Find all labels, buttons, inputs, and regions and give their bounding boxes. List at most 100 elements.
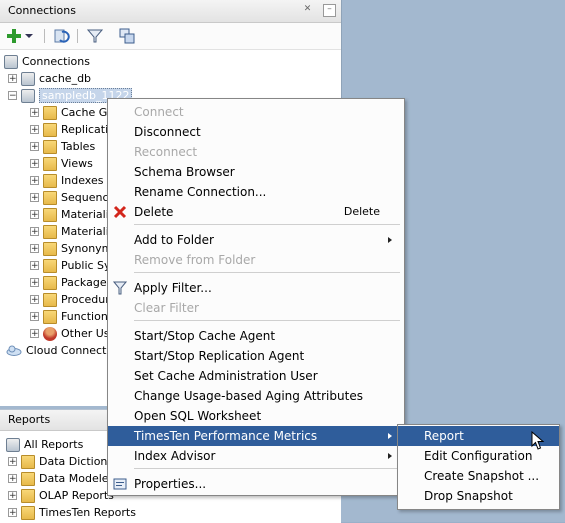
collapse-icon[interactable]: −: [8, 91, 17, 101]
submenu-arrow-icon: [388, 237, 392, 243]
tree-child-label: Function: [61, 310, 108, 323]
menu-item-label: Start/Stop Cache Agent: [134, 329, 276, 343]
menu-item-add-to-folder[interactable]: Add to Folder: [108, 230, 404, 250]
filter-icon[interactable]: [86, 27, 104, 45]
submenu-item-drop-snapshot[interactable]: Drop Snapshot: [398, 486, 559, 506]
folder-icon: [43, 275, 57, 290]
tree-child[interactable]: + Function: [30, 308, 108, 325]
tree-child[interactable]: + Cache Gr: [30, 104, 112, 121]
folder-icon: [21, 505, 35, 520]
menu-item-label: Set Cache Administration User: [134, 369, 318, 383]
menu-item-rename-connection[interactable]: Rename Connection...: [108, 182, 404, 202]
menu-item-cache-admin-user[interactable]: Set Cache Administration User: [108, 366, 404, 386]
menu-item-label: Properties...: [134, 477, 207, 491]
report-item[interactable]: + Data Modeler: [8, 470, 113, 487]
tree-item-cache-db[interactable]: + cache_db: [8, 70, 91, 87]
expand-icon[interactable]: +: [30, 142, 39, 152]
menu-item-label: Index Advisor: [134, 449, 216, 463]
menu-item-label: Start/Stop Replication Agent: [134, 349, 305, 363]
menu-item-label: Change Usage-based Aging Attributes: [134, 389, 363, 403]
expand-icon[interactable]: +: [30, 125, 39, 135]
report-item[interactable]: + OLAP Reports: [8, 487, 114, 504]
report-item[interactable]: All Reports: [6, 436, 83, 453]
tree-child[interactable]: + Synonym: [30, 240, 112, 257]
tree-child[interactable]: + Tables: [30, 138, 95, 155]
menu-item-cache-agent[interactable]: Start/Stop Cache Agent: [108, 326, 404, 346]
schema-browser-icon[interactable]: [118, 27, 136, 45]
close-icon[interactable]: ✕: [302, 4, 313, 15]
menu-item-disconnect[interactable]: Disconnect: [108, 122, 404, 142]
report-item[interactable]: + Data Dictiona: [8, 453, 114, 470]
tree-child-label: Views: [61, 157, 93, 170]
menu-item-delete[interactable]: Delete Delete: [108, 202, 404, 222]
menu-separator: [134, 224, 400, 225]
menu-item-label: Connect: [134, 105, 184, 119]
tree-child[interactable]: + Packages: [30, 274, 112, 291]
menu-item-aging-attributes[interactable]: Change Usage-based Aging Attributes: [108, 386, 404, 406]
tree-child[interactable]: + Views: [30, 155, 93, 172]
connections-toolbar: [0, 23, 341, 50]
submenu-item-label: Drop Snapshot: [424, 489, 513, 503]
expand-icon[interactable]: +: [8, 508, 17, 518]
menu-item-index-advisor[interactable]: Index Advisor: [108, 446, 404, 466]
tree-item-label: cache_db: [39, 72, 92, 85]
folder-icon: [43, 241, 57, 256]
expand-icon[interactable]: +: [8, 474, 17, 484]
menu-item-reconnect: Reconnect: [108, 142, 404, 162]
tree-child-label: Public Sy: [61, 259, 111, 272]
expand-icon[interactable]: +: [30, 227, 39, 237]
submenu-item-create-snapshot[interactable]: Create Snapshot ...: [398, 466, 559, 486]
expand-icon[interactable]: +: [30, 159, 39, 169]
tree-child[interactable]: + Materializ: [30, 223, 115, 240]
connections-icon: [4, 54, 18, 69]
tree-child[interactable]: + Replicatio: [30, 121, 115, 138]
folder-icon: [21, 471, 35, 486]
menu-item-open-sql-worksheet[interactable]: Open SQL Worksheet: [108, 406, 404, 426]
tree-child-label: Synonym: [61, 242, 113, 255]
expand-icon[interactable]: +: [30, 278, 39, 288]
folder-icon: [43, 173, 57, 188]
menu-item-label: Schema Browser: [134, 165, 235, 179]
tree-root[interactable]: Connections: [4, 53, 90, 70]
report-item[interactable]: + TimesTen Reports: [8, 504, 136, 521]
expand-icon[interactable]: +: [30, 210, 39, 220]
tree-item-cloud[interactable]: Cloud Connection: [6, 342, 123, 359]
menu-item-label: Clear Filter: [134, 301, 199, 315]
refresh-icon[interactable]: [53, 27, 71, 45]
menu-item-label: Apply Filter...: [134, 281, 212, 295]
menu-separator: [134, 468, 400, 469]
tree-child[interactable]: + Materializ: [30, 206, 115, 223]
filter-icon: [112, 281, 128, 295]
menu-item-replication-agent[interactable]: Start/Stop Replication Agent: [108, 346, 404, 366]
menu-item-label: Disconnect: [134, 125, 201, 139]
expand-icon[interactable]: +: [30, 244, 39, 254]
expand-icon[interactable]: +: [30, 312, 39, 322]
expand-icon[interactable]: +: [30, 176, 39, 186]
expand-icon[interactable]: +: [8, 491, 17, 501]
add-connection-icon[interactable]: [5, 27, 23, 45]
tree-child[interactable]: + Procedur: [30, 291, 110, 308]
menu-item-properties[interactable]: Properties...: [108, 474, 404, 494]
menu-item-schema-browser[interactable]: Schema Browser: [108, 162, 404, 182]
expand-icon[interactable]: +: [30, 329, 39, 339]
menu-separator: [134, 272, 400, 273]
menu-item-apply-filter[interactable]: Apply Filter...: [108, 278, 404, 298]
submenu-arrow-icon: [388, 453, 392, 459]
expand-icon[interactable]: +: [30, 108, 39, 118]
tree-child[interactable]: + Indexes: [30, 172, 103, 189]
expand-icon[interactable]: +: [8, 74, 17, 84]
expand-icon[interactable]: +: [30, 193, 39, 203]
tree-child[interactable]: + Other Us: [30, 325, 110, 342]
tree-child-label: Other Us: [61, 327, 110, 340]
chevron-down-icon[interactable]: [24, 27, 34, 45]
tree-child[interactable]: + Public Sy: [30, 257, 111, 274]
expand-icon[interactable]: +: [8, 457, 17, 467]
tree-child-label: Tables: [61, 140, 96, 153]
folder-icon: [43, 207, 57, 222]
report-item-label: OLAP Reports: [39, 489, 114, 502]
menu-item-performance-metrics[interactable]: TimesTen Performance Metrics: [108, 426, 404, 446]
tree-child[interactable]: + Sequenc: [30, 189, 109, 206]
expand-icon[interactable]: +: [30, 261, 39, 271]
expand-icon[interactable]: +: [30, 295, 39, 305]
minimize-icon[interactable]: –: [323, 4, 336, 17]
